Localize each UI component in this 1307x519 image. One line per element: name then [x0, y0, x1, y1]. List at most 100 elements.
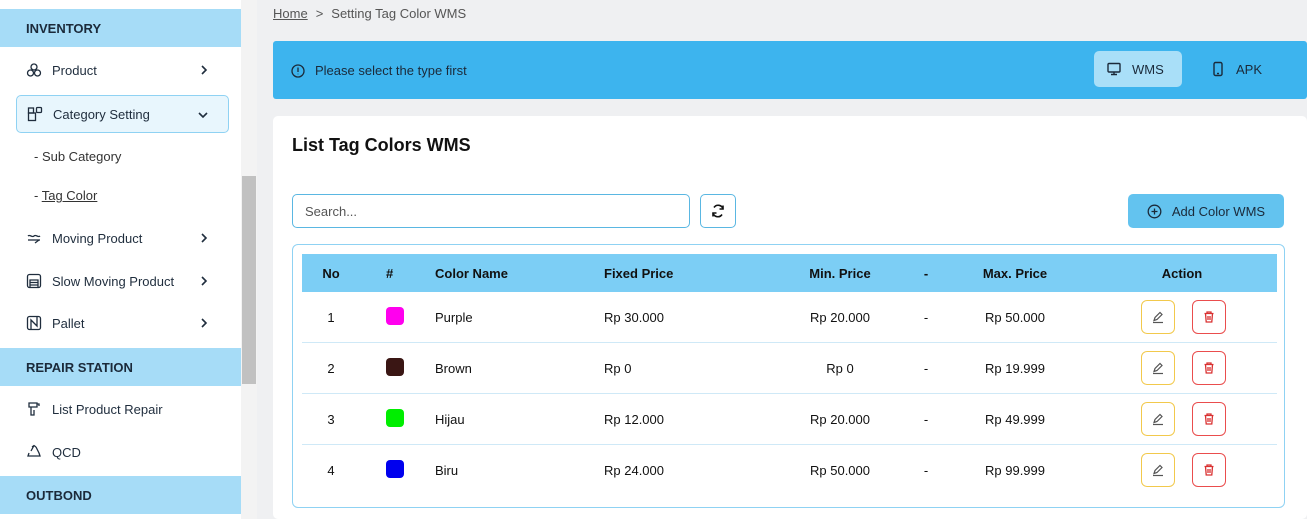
- delete-button[interactable]: [1192, 300, 1226, 334]
- sidebar-item-product[interactable]: Product: [16, 51, 229, 89]
- table-row: 1 Purple Rp 30.000 Rp 20.000 - Rp 50.000: [302, 292, 1277, 343]
- info-icon: [291, 63, 305, 78]
- sidebar: INVENTORY Product Category Setting - Sub…: [0, 0, 241, 519]
- header-max-price: Max. Price: [982, 265, 1048, 281]
- cell-color-name: Brown: [435, 360, 472, 376]
- sidebar-subitem-label: Tag Color: [41, 188, 98, 203]
- smartphone-icon: [1213, 61, 1223, 77]
- apk-type-label: APK: [1236, 61, 1263, 77]
- header-fixed-price: Fixed Price: [604, 265, 674, 281]
- cell-color-name: Hijau: [435, 411, 465, 427]
- wms-type-label: WMS: [1132, 61, 1164, 77]
- refresh-icon: [712, 204, 724, 218]
- cell-fixed-price: Rp 30.000: [604, 309, 664, 325]
- delete-button[interactable]: [1192, 351, 1226, 385]
- color-swatch: [386, 460, 404, 478]
- cell-min-price: Rp 50.000: [810, 463, 870, 478]
- table-header: No # Color Name Fixed Price Min. Price -…: [302, 254, 1277, 292]
- sidebar-item-label: Pallet: [52, 315, 85, 331]
- chevron-right-icon: [201, 276, 208, 286]
- pallet-icon: [26, 315, 42, 331]
- edit-button[interactable]: [1141, 402, 1175, 436]
- plus-circle-icon: [1147, 204, 1162, 218]
- cell-dash: -: [923, 411, 929, 427]
- color-swatch: [386, 408, 404, 427]
- cell-swatch: [386, 357, 404, 379]
- moving-icon: [26, 230, 42, 246]
- breadcrumb: Home > Setting Tag Color WMS: [273, 6, 466, 21]
- monitor-icon: [1107, 62, 1121, 76]
- sidebar-item-pallet[interactable]: Pallet: [16, 304, 229, 342]
- cell-fixed-price: Rp 12.000: [604, 411, 664, 427]
- search-input[interactable]: [292, 194, 690, 228]
- table-row: 3 Hijau Rp 12.000 Rp 20.000 - Rp 49.999: [302, 394, 1277, 445]
- sidebar-item-label: List Product Repair: [52, 401, 163, 417]
- refresh-button[interactable]: [700, 194, 736, 228]
- sidebar-section-outbond: OUTBOND: [0, 476, 241, 514]
- banner-message: Please select the type first: [291, 63, 467, 78]
- breadcrumb-current: Setting Tag Color WMS: [331, 6, 467, 21]
- edit-button[interactable]: [1141, 453, 1175, 487]
- cell-max-price: Rp 49.999: [985, 411, 1045, 427]
- header-color-name: Color Name: [435, 265, 508, 281]
- breadcrumb-home-link[interactable]: Home: [273, 6, 308, 21]
- chevron-down-icon: [198, 112, 208, 119]
- edit-button[interactable]: [1141, 351, 1175, 385]
- sidebar-item-category-setting[interactable]: Category Setting: [16, 95, 229, 133]
- sidebar-item-label: Product: [52, 62, 97, 78]
- trash-icon: [1204, 311, 1214, 323]
- sidebar-subitem-tag-color[interactable]: - Tag Color: [34, 188, 97, 203]
- cell-fixed-price: Rp 24.000: [604, 463, 664, 478]
- cell-no: 2: [327, 360, 335, 376]
- sidebar-item-moving-product[interactable]: Moving Product: [16, 219, 229, 257]
- add-color-button[interactable]: Add Color WMS: [1128, 194, 1284, 228]
- edit-button[interactable]: [1141, 300, 1175, 334]
- sidebar-subitem-sub-category[interactable]: - Sub Category: [34, 149, 121, 164]
- sidebar-section-repair-station: REPAIR STATION: [0, 348, 241, 386]
- cell-min-price: Rp 0: [826, 360, 854, 376]
- sidebar-item-label: QCD: [52, 444, 81, 460]
- wms-type-button[interactable]: WMS: [1094, 51, 1182, 87]
- pencil-icon: [1153, 362, 1163, 375]
- chevron-right-icon: [201, 65, 208, 75]
- header-min-price: Min. Price: [809, 265, 871, 281]
- tag-colors-table: No # Color Name Fixed Price Min. Price -…: [292, 244, 1285, 508]
- delete-button[interactable]: [1192, 453, 1226, 487]
- sidebar-item-label: Slow Moving Product: [52, 273, 175, 289]
- sidebar-item-qcd[interactable]: QCD: [16, 433, 229, 471]
- breadcrumb-separator: >: [315, 6, 324, 21]
- tag-colors-card: List Tag Colors WMS Add Color WMS No # C…: [273, 116, 1307, 519]
- pencil-icon: [1153, 464, 1163, 477]
- cell-color-name: Purple: [435, 309, 473, 325]
- color-swatch: [386, 357, 404, 376]
- type-select-banner: Please select the type first WMS APK: [273, 41, 1307, 99]
- apk-type-button[interactable]: APK: [1198, 51, 1282, 87]
- cell-dash: -: [923, 309, 929, 325]
- sidebar-item-label: Moving Product: [52, 230, 143, 246]
- sidebar-scrollbar-thumb[interactable]: [242, 176, 256, 384]
- sidebar-item-list-product-repair[interactable]: List Product Repair: [16, 390, 229, 428]
- cell-swatch: [386, 460, 404, 481]
- cell-dash: -: [923, 360, 929, 376]
- header-hash: #: [386, 265, 394, 281]
- pencil-icon: [1153, 413, 1163, 426]
- table-row: 4 Biru Rp 24.000 Rp 50.000 - Rp 99.999: [302, 445, 1277, 496]
- header-action: Action: [1161, 265, 1203, 281]
- color-swatch: [386, 306, 404, 325]
- recycle-icon: [26, 444, 42, 460]
- banner-message-text: Please select the type first: [315, 63, 467, 78]
- repair-icon: [26, 401, 42, 417]
- product-icon: [26, 62, 42, 78]
- cell-fixed-price: Rp 0: [604, 360, 632, 376]
- trash-icon: [1204, 362, 1214, 374]
- sidebar-item-slow-moving-product[interactable]: Slow Moving Product: [16, 262, 229, 300]
- cell-no: 3: [327, 411, 335, 427]
- cell-min-price: Rp 20.000: [810, 411, 870, 427]
- chevron-right-icon: [201, 318, 208, 328]
- cell-swatch: [386, 408, 404, 430]
- trash-icon: [1204, 464, 1214, 476]
- category-icon: [27, 106, 43, 122]
- delete-button[interactable]: [1192, 402, 1226, 436]
- main-content: Home > Setting Tag Color WMS Please sele…: [257, 0, 1307, 519]
- cell-max-price: Rp 50.000: [985, 309, 1045, 325]
